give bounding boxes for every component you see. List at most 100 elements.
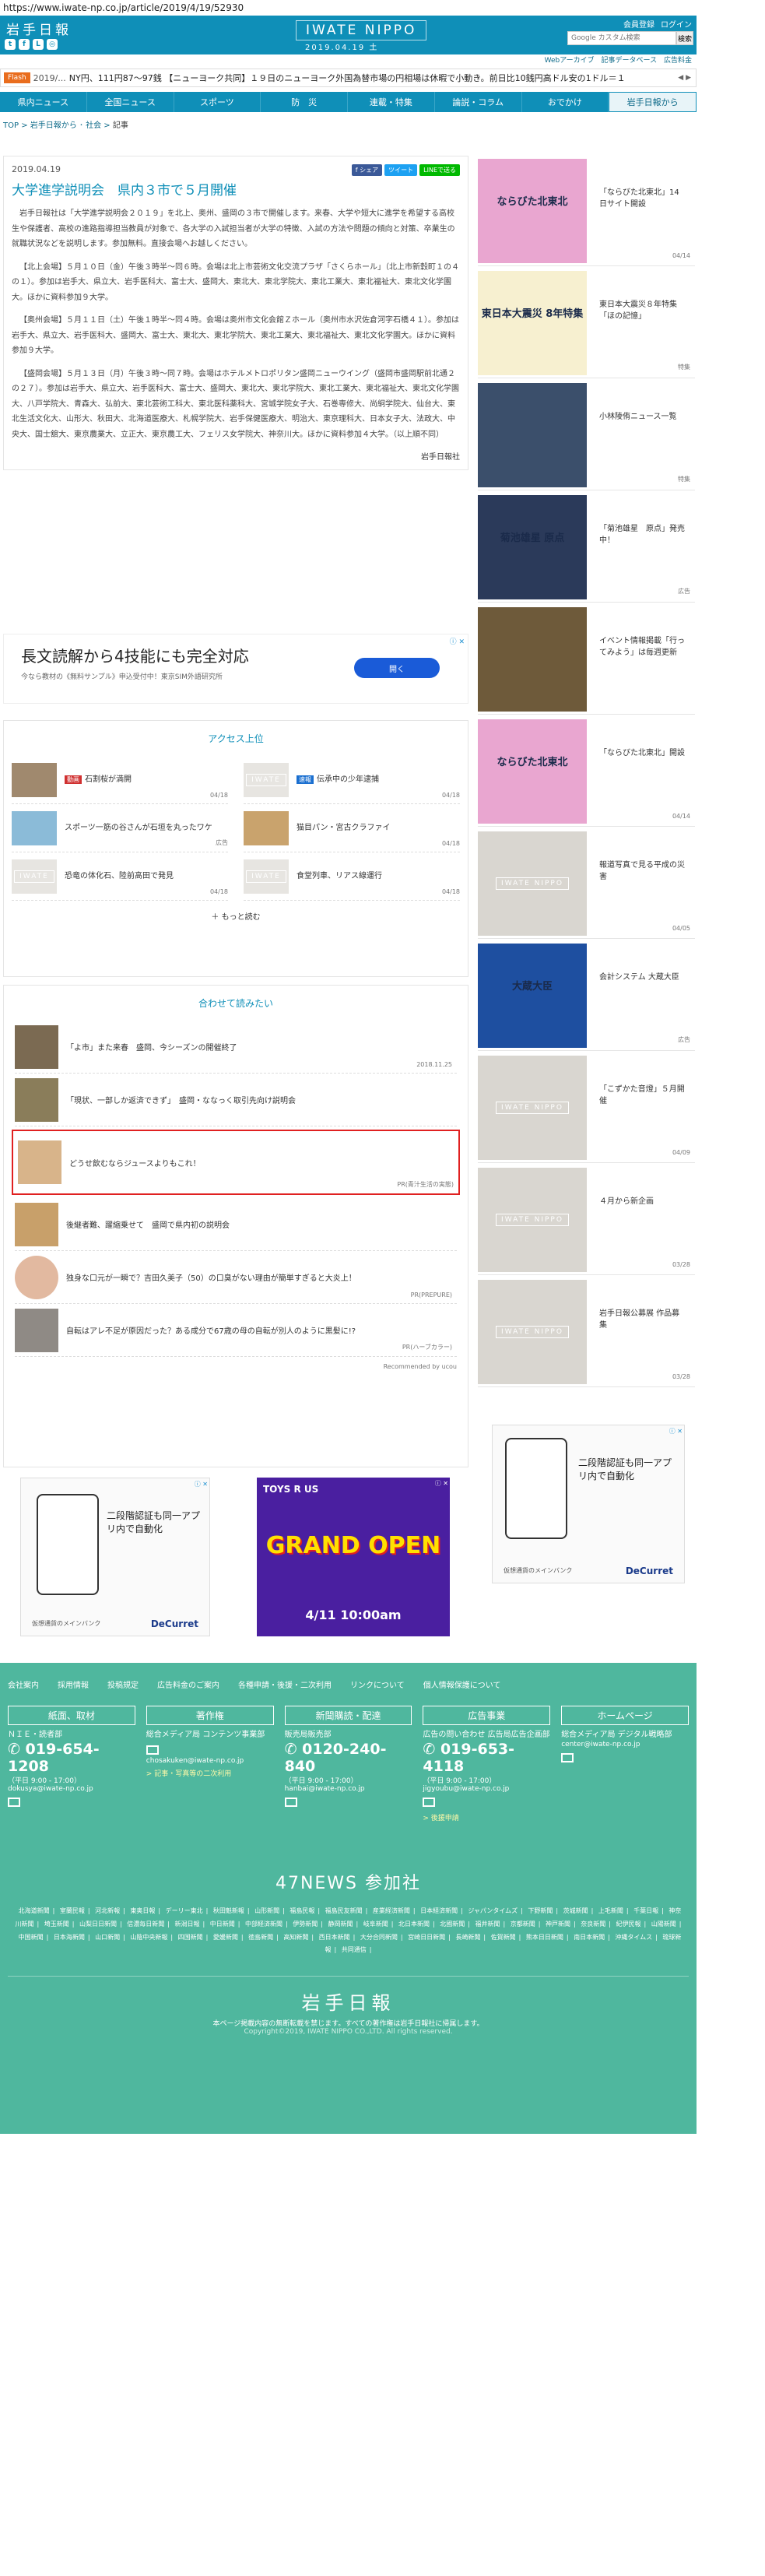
news47-member-link[interactable]: 熊本日日新聞 bbox=[526, 1934, 563, 1941]
nav-item-local[interactable]: 県内ニュース bbox=[0, 92, 87, 112]
recommend-item[interactable]: 自転はアレ不足が原因だった？ある成分で67歳の母の自転が別人のように黒髪に!? … bbox=[15, 1304, 457, 1357]
database-link[interactable]: 記事データベース bbox=[602, 57, 658, 65]
breadcrumb-from-nippo[interactable]: 岩手日報から bbox=[30, 121, 77, 130]
flash-news-ticker[interactable]: Flash 2019/... NY円、111円87〜97銭 【ニューヨーク共同】… bbox=[0, 69, 697, 87]
nav-item-outing[interactable]: おでかけ bbox=[522, 92, 609, 112]
nav-item-column[interactable]: 論説・コラム bbox=[435, 92, 522, 112]
news47-member-link[interactable]: 宮崎日日新聞 bbox=[408, 1934, 445, 1941]
news47-member-link[interactable]: 中国新聞 bbox=[19, 1934, 44, 1941]
login-link[interactable]: ログイン bbox=[661, 18, 692, 30]
news47-member-link[interactable]: 神戸新聞 bbox=[546, 1921, 570, 1928]
news47-member-link[interactable]: 東奥日報 bbox=[130, 1907, 155, 1914]
news47-member-link[interactable]: 静岡新聞 bbox=[328, 1921, 353, 1928]
sidebar-item[interactable]: IWATE NIPPO 「こずかた音燈」５月開催 04/09 bbox=[478, 1053, 695, 1163]
contact-phone[interactable]: ✆ 019-653-4118 bbox=[423, 1741, 550, 1775]
news47-member-link[interactable]: ジャパンタイムズ bbox=[468, 1907, 518, 1914]
recommend-item[interactable]: 「よ市」また来春 盛岡、今シーズンの開催終了 2018.11.25 bbox=[15, 1021, 457, 1074]
news47-member-link[interactable]: 奈良新聞 bbox=[581, 1921, 605, 1928]
news47-member-link[interactable]: 福島民友新聞 bbox=[325, 1907, 363, 1914]
nav-item-series[interactable]: 連載・特集 bbox=[348, 92, 435, 112]
sidebar-item[interactable]: IWATE NIPPO 岩手日報公募展 作品募集 03/28 bbox=[478, 1277, 695, 1387]
news47-member-link[interactable]: 上毛新聞 bbox=[598, 1907, 623, 1914]
news47-member-link[interactable]: 愛媛新聞 bbox=[213, 1934, 238, 1941]
sidebar-item[interactable]: ならびた北東北 「ならびた北東北」14日サイト開設 04/14 bbox=[478, 156, 695, 266]
secondary-use-link[interactable]: > 記事・写真等の二次利用 bbox=[146, 1768, 274, 1778]
site-logo-jp[interactable]: 岩手日報 bbox=[6, 19, 72, 38]
news47-member-link[interactable]: 伊勢新聞 bbox=[293, 1921, 318, 1928]
news47-member-link[interactable]: 千葉日報 bbox=[633, 1907, 658, 1914]
ranking-item[interactable]: IWATE 食堂列車、リアス線運行 04/18 bbox=[244, 852, 460, 901]
sidebar-item[interactable]: イベント情報掲載「行ってみよう」は毎週更新 bbox=[478, 604, 695, 715]
facebook-share-button[interactable]: f シェア bbox=[351, 164, 383, 176]
news47-member-link[interactable]: 中日新聞 bbox=[210, 1921, 235, 1928]
toysrus-ad[interactable]: ⓘ ✕ TOYS R US GRAND OPEN 4/11 10:00am bbox=[257, 1478, 450, 1636]
contact-email[interactable]: center@iwate-np.co.jp bbox=[561, 1741, 689, 1748]
news47-member-link[interactable]: 北國新聞 bbox=[440, 1921, 465, 1928]
news47-member-link[interactable]: 茨城新聞 bbox=[563, 1907, 588, 1914]
sponsorship-link[interactable]: > 後援申請 bbox=[423, 1812, 550, 1822]
news47-member-link[interactable]: 岐阜新聞 bbox=[363, 1921, 388, 1928]
ranking-item[interactable]: スポーツ一筋の谷さんが石垣を丸ったワケ 広告 bbox=[12, 804, 228, 852]
news47-member-link[interactable]: 産業経済新聞 bbox=[373, 1907, 410, 1914]
ranking-item[interactable]: 動画 石割桜が満開 04/18 bbox=[12, 756, 228, 804]
footer-link-ad-rates[interactable]: 広告料金のご案内 bbox=[157, 1678, 219, 1690]
sidebar-item[interactable]: 菊池雄星 原点 「菊池雄星 原点」発売中！ 広告 bbox=[478, 492, 695, 603]
sidebar-item[interactable]: IWATE NIPPO 報道写真で見る平成の災害 04/05 bbox=[478, 828, 695, 939]
ad-info-icon[interactable]: ⓘ ✕ bbox=[669, 1427, 683, 1436]
news47-member-link[interactable]: 河北新報 bbox=[95, 1907, 120, 1914]
flash-text[interactable]: NY円、111円87〜97銭 【ニューヨーク共同】１９日のニューヨーク外国為替市… bbox=[69, 72, 626, 84]
news47-member-link[interactable]: 北海道新聞 bbox=[19, 1907, 50, 1914]
sidebar-item[interactable]: ならびた北東北 「ならびた北東北」開設 04/14 bbox=[478, 716, 695, 827]
nav-item-sports[interactable]: スポーツ bbox=[174, 92, 261, 112]
ad-info-icon[interactable]: ⓘ ✕ bbox=[435, 1479, 448, 1488]
archive-link[interactable]: Webアーカイブ bbox=[545, 57, 595, 65]
news47-member-link[interactable]: 福島民報 bbox=[290, 1907, 314, 1914]
search-button[interactable]: 検索 bbox=[676, 31, 693, 45]
news47-member-link[interactable]: 佐賀新聞 bbox=[491, 1934, 516, 1941]
news47-member-link[interactable]: 福井新聞 bbox=[475, 1921, 500, 1928]
contact-email[interactable]: dokusya@iwate-np.co.jp bbox=[8, 1785, 135, 1793]
news47-member-link[interactable]: 長崎新聞 bbox=[455, 1934, 480, 1941]
news47-member-link[interactable]: 山形新聞 bbox=[254, 1907, 279, 1914]
contact-email[interactable]: jigyoubu@iwate-np.co.jp bbox=[423, 1785, 550, 1793]
line-icon[interactable]: L bbox=[33, 39, 44, 50]
news47-member-link[interactable]: 下野新聞 bbox=[528, 1907, 553, 1914]
facebook-icon[interactable]: f bbox=[19, 39, 30, 50]
news47-member-link[interactable]: 大分合同新聞 bbox=[360, 1934, 398, 1941]
news47-member-link[interactable]: 新潟日報 bbox=[175, 1921, 200, 1928]
news47-member-link[interactable]: デーリー東北 bbox=[166, 1907, 203, 1914]
news47-member-link[interactable]: 北日本新聞 bbox=[398, 1921, 430, 1928]
mail-icon[interactable] bbox=[8, 1798, 20, 1807]
ad-info-icon[interactable]: ⓘ ✕ bbox=[195, 1480, 208, 1488]
tweet-button[interactable]: ツイート bbox=[384, 164, 418, 176]
news47-member-link[interactable]: 中部経済新聞 bbox=[245, 1921, 282, 1928]
news47-member-link[interactable]: 紀伊民報 bbox=[616, 1921, 641, 1928]
news47-member-link[interactable]: 京都新聞 bbox=[511, 1921, 535, 1928]
recommend-item[interactable]: 後継者難、躍縮乗せて 盛岡で県内初の説明会 bbox=[15, 1198, 457, 1251]
text-ad-banner[interactable]: 長文読解から4技能にも完全対応 今なら教材の《無料サンプル》申込受付中！東京SI… bbox=[3, 634, 468, 704]
contact-email[interactable]: hanbai@iwate-np.co.jp bbox=[285, 1785, 412, 1793]
ad-rates-link[interactable]: 広告料金 bbox=[664, 57, 692, 65]
sidebar-item[interactable]: 小林陵侑ニュース一覧 特集 bbox=[478, 380, 695, 490]
contact-phone[interactable]: ✆ 019-654-1208 bbox=[8, 1741, 135, 1775]
news47-member-link[interactable]: 山梨日日新聞 bbox=[79, 1921, 117, 1928]
news47-member-link[interactable]: 沖縄タイムス bbox=[615, 1934, 652, 1941]
instagram-icon[interactable]: ◎ bbox=[47, 39, 58, 50]
recommend-item[interactable]: 「現状、一部しか返済できず」 盛岡・ななっく取引先向け説明会 bbox=[15, 1074, 457, 1126]
mail-icon[interactable] bbox=[561, 1753, 574, 1762]
footer-link-privacy[interactable]: 個人情報保護について bbox=[423, 1678, 501, 1690]
news47-member-link[interactable]: 南日本新聞 bbox=[574, 1934, 605, 1941]
news47-member-link[interactable]: 四国新聞 bbox=[178, 1934, 203, 1941]
contact-phone[interactable]: ✆ 0120-240-840 bbox=[285, 1741, 412, 1775]
register-link[interactable]: 会員登録 bbox=[623, 18, 654, 30]
mail-icon[interactable] bbox=[146, 1745, 159, 1755]
news47-member-link[interactable]: 信濃毎日新聞 bbox=[127, 1921, 164, 1928]
sidebar-item[interactable]: IWATE NIPPO ４月から新企画 03/28 bbox=[478, 1165, 695, 1275]
contact-email[interactable]: chosakuken@iwate-np.co.jp bbox=[146, 1757, 274, 1765]
ad-open-button[interactable]: 開く bbox=[354, 658, 440, 678]
news47-member-link[interactable]: 山陽新聞 bbox=[651, 1921, 676, 1928]
decurret-ad[interactable]: ⓘ ✕ 二段階認証も同一アプリ内で自動化 仮想通貨のメインバンク DeCurre… bbox=[20, 1478, 210, 1636]
decurret-sidebar-ad[interactable]: ⓘ ✕ 二段階認証も同一アプリ内で自動化 仮想通貨のメインバンク DeCurre… bbox=[492, 1425, 685, 1583]
nav-item-disaster[interactable]: 防 災 bbox=[261, 92, 348, 112]
mail-icon[interactable] bbox=[423, 1798, 436, 1807]
